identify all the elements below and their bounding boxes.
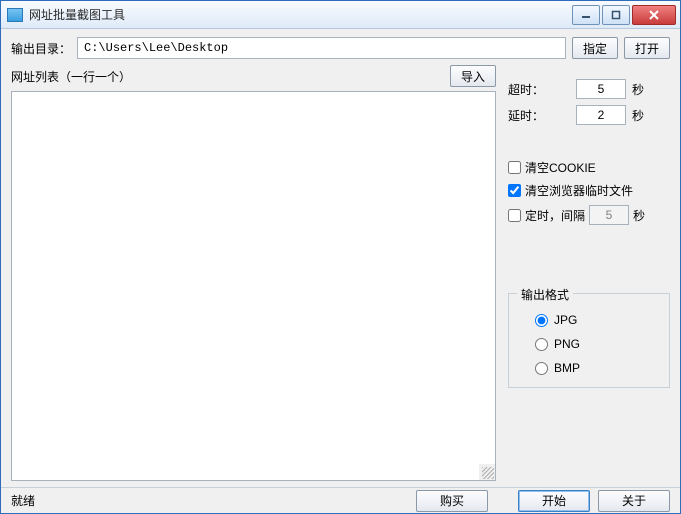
- delay-input[interactable]: [576, 105, 626, 125]
- maximize-icon: [611, 10, 621, 20]
- format-png-radio[interactable]: [535, 338, 548, 351]
- timeout-label: 超时：: [508, 81, 570, 98]
- minimize-button[interactable]: [572, 5, 600, 25]
- timeout-input[interactable]: [576, 79, 626, 99]
- delay-label: 延时：: [508, 107, 570, 124]
- clear-cookie-checkbox[interactable]: [508, 161, 521, 174]
- interval-unit: 秒: [633, 207, 645, 224]
- start-button[interactable]: 开始: [518, 490, 590, 512]
- window-buttons: [570, 5, 676, 25]
- clear-cookie-label: 清空COOKIE: [525, 159, 596, 176]
- format-bmp-row[interactable]: BMP: [535, 361, 659, 375]
- interval-row: 定时，间隔 秒: [508, 205, 670, 225]
- format-png-label: PNG: [554, 337, 580, 351]
- resize-grip-icon: [482, 467, 494, 479]
- timeout-unit: 秒: [632, 81, 670, 98]
- right-pane: 超时： 秒 延时： 秒 清空COOKIE 清空浏览器临时文件: [508, 65, 670, 481]
- interval-checkbox[interactable]: [508, 209, 521, 222]
- url-list-header: 网址列表（一行一个） 导入: [11, 65, 496, 87]
- main-area: 网址列表（一行一个） 导入 超时： 秒 延时： 秒: [11, 65, 670, 481]
- clear-temp-checkbox[interactable]: [508, 184, 521, 197]
- window-title: 网址批量截图工具: [29, 6, 570, 23]
- status-text: 就绪: [11, 492, 408, 509]
- format-bmp-radio[interactable]: [535, 362, 548, 375]
- maximize-button[interactable]: [602, 5, 630, 25]
- output-label: 输出目录：: [11, 40, 71, 57]
- select-dir-button[interactable]: 指定: [572, 37, 618, 59]
- format-bmp-label: BMP: [554, 361, 580, 375]
- clear-temp-row[interactable]: 清空浏览器临时文件: [508, 182, 670, 199]
- about-button[interactable]: 关于: [598, 490, 670, 512]
- import-button[interactable]: 导入: [450, 65, 496, 87]
- output-format-fieldset: 输出格式 JPG PNG BMP: [508, 293, 670, 388]
- delay-unit: 秒: [632, 107, 670, 124]
- buy-button[interactable]: 购买: [416, 490, 488, 512]
- footer-buttons: 购买 开始 关于: [416, 490, 670, 512]
- output-row: 输出目录： 指定 打开: [11, 37, 670, 59]
- close-button[interactable]: [632, 5, 676, 25]
- format-radios: JPG PNG BMP: [535, 313, 659, 375]
- scroll-corner: [479, 464, 495, 480]
- format-jpg-radio[interactable]: [535, 314, 548, 327]
- app-icon: [7, 8, 23, 22]
- checkbox-group: 清空COOKIE 清空浏览器临时文件 定时，间隔 秒: [508, 159, 670, 225]
- client-area: 输出目录： 指定 打开 网址列表（一行一个） 导入 超时：: [1, 29, 680, 487]
- format-jpg-row[interactable]: JPG: [535, 313, 659, 327]
- close-icon: [648, 10, 660, 20]
- minimize-icon: [581, 10, 591, 20]
- format-png-row[interactable]: PNG: [535, 337, 659, 351]
- timing-grid: 超时： 秒 延时： 秒: [508, 79, 670, 125]
- interval-input[interactable]: [589, 205, 629, 225]
- clear-temp-label: 清空浏览器临时文件: [525, 182, 633, 199]
- interval-label: 定时，间隔: [525, 207, 585, 224]
- titlebar[interactable]: 网址批量截图工具: [1, 1, 680, 29]
- clear-cookie-row[interactable]: 清空COOKIE: [508, 159, 670, 176]
- statusbar: 就绪 购买 开始 关于: [1, 487, 680, 513]
- app-window: 网址批量截图工具 输出目录： 指定 打开 网址列表（一行一个） 导入: [0, 0, 681, 514]
- output-format-legend: 输出格式: [517, 286, 573, 303]
- left-pane: 网址列表（一行一个） 导入: [11, 65, 496, 481]
- output-path-input[interactable]: [77, 37, 566, 59]
- format-jpg-label: JPG: [554, 313, 577, 327]
- url-list-textarea[interactable]: [11, 91, 496, 481]
- url-list-label: 网址列表（一行一个）: [11, 68, 131, 85]
- open-dir-button[interactable]: 打开: [624, 37, 670, 59]
